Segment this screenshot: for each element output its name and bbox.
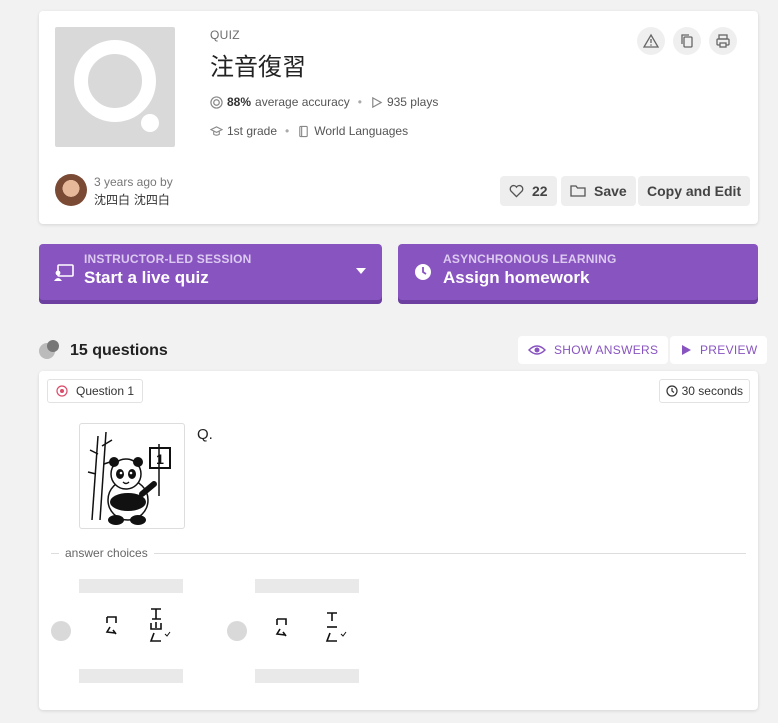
- heart-icon: [509, 184, 524, 198]
- homework-sublabel: ASYNCHRONOUS LEARNING: [443, 252, 617, 266]
- quiz-title: 注音復習: [210, 53, 306, 81]
- like-count: 22: [532, 183, 548, 199]
- quiz-type-label: QUIZ: [210, 28, 240, 42]
- preview-label: PREVIEW: [700, 343, 758, 357]
- copy-icon: [681, 34, 693, 48]
- question-time-badge: 30 seconds: [658, 379, 750, 403]
- assign-homework-button[interactable]: ASYNCHRONOUS LEARNING Assign homework: [398, 244, 758, 300]
- graduation-cap-icon: [210, 125, 223, 136]
- copy-and-edit-label: Copy and Edit: [647, 183, 742, 199]
- warning-icon: [643, 33, 659, 48]
- folder-icon: [570, 185, 586, 197]
- live-session-sublabel: INSTRUCTOR-LED SESSION: [84, 252, 252, 266]
- presentation-icon: [54, 264, 74, 281]
- play-icon: [682, 345, 691, 355]
- question-text: Q.: [197, 426, 213, 443]
- accuracy-value: 88%: [227, 95, 252, 109]
- copy-button[interactable]: [673, 27, 701, 55]
- show-answers-button[interactable]: SHOW ANSWERS: [518, 336, 669, 364]
- svg-text:1: 1: [156, 451, 164, 467]
- question-time: 30 seconds: [681, 384, 743, 398]
- start-live-quiz-button[interactable]: INSTRUCTOR-LED SESSION Start a live quiz: [39, 244, 382, 300]
- choice-1-radio[interactable]: [51, 621, 71, 641]
- show-answers-label: SHOW ANSWERS: [554, 343, 659, 357]
- save-button[interactable]: Save: [561, 176, 636, 206]
- answer-choices-divider: [51, 553, 746, 554]
- tags-row: 1st grade • World Languages: [210, 124, 408, 138]
- questions-icon: [39, 340, 59, 359]
- live-session-label: Start a live quiz: [84, 268, 209, 287]
- like-button[interactable]: 22: [500, 176, 557, 206]
- quiz-thumbnail: [55, 27, 175, 147]
- copy-and-edit-button[interactable]: Copy and Edit: [638, 176, 751, 206]
- stats-row: 88% average accuracy • 935 plays: [210, 95, 438, 109]
- question-number: Question 1: [76, 384, 135, 398]
- target-icon: [56, 385, 68, 397]
- printer-icon: [716, 34, 730, 48]
- save-label: Save: [594, 183, 627, 199]
- zhuyin-drawing: [105, 608, 171, 642]
- preview-button[interactable]: PREVIEW: [670, 336, 768, 364]
- quiz-info-card: QUIZ 注音復習 88% average accuracy • 935 pla…: [39, 11, 758, 224]
- question-label-badge: Question 1: [47, 379, 144, 403]
- book-icon: [299, 125, 309, 137]
- author-avatar[interactable]: [55, 174, 87, 206]
- grade-label[interactable]: 1st grade: [227, 124, 277, 138]
- choice-2-image[interactable]: [255, 579, 359, 683]
- choice-2-radio[interactable]: [227, 621, 247, 641]
- author-time: 3 years ago by: [94, 175, 173, 189]
- print-button[interactable]: [709, 27, 737, 55]
- questions-count: 15 questions: [70, 342, 168, 359]
- accuracy-label: average accuracy: [255, 95, 350, 109]
- zhuyin-drawing: [275, 612, 347, 642]
- choice-1-image[interactable]: [79, 579, 183, 683]
- clock-icon: [415, 264, 431, 280]
- question-image[interactable]: 1: [79, 423, 185, 529]
- plays-count: 935 plays: [386, 95, 439, 109]
- report-button[interactable]: [637, 27, 665, 55]
- answer-choices-label: answer choices: [59, 546, 154, 560]
- eye-icon: [528, 345, 546, 355]
- play-icon: [372, 96, 383, 108]
- panda-drawing: 1: [87, 431, 171, 525]
- homework-label: Assign homework: [443, 268, 590, 287]
- subject-label[interactable]: World Languages: [314, 124, 408, 138]
- accuracy-icon: [210, 95, 223, 109]
- clock-icon: [666, 385, 678, 397]
- chevron-down-icon[interactable]: [356, 268, 366, 274]
- author-name[interactable]: 沈四白 沈四白: [94, 191, 170, 208]
- question-card: Question 1 30 seconds 1 Q. answer choice…: [39, 371, 758, 710]
